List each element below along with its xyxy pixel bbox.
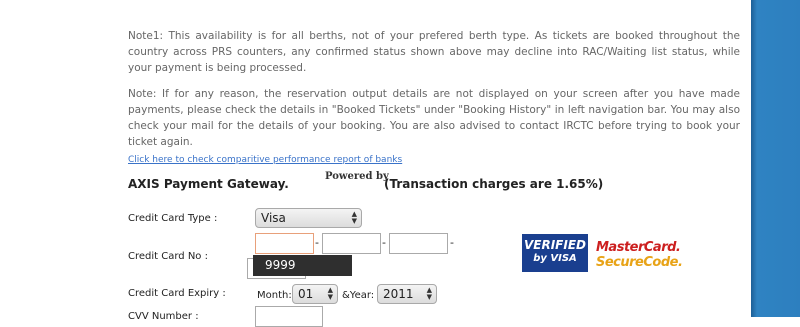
- select-arrows-icon: ▲ ▼: [426, 286, 432, 301]
- mastercard-line2: SecureCode.: [596, 255, 683, 270]
- reservation-note: Note: If for any reason, the reservation…: [128, 88, 740, 148]
- card-number-field-3[interactable]: [389, 233, 448, 254]
- card-number-dash: -: [450, 236, 454, 249]
- month-label: Month:: [257, 290, 292, 301]
- vbv-line2: by VISA: [533, 253, 577, 264]
- card-type-value: Visa: [261, 211, 286, 225]
- card-number-field-2[interactable]: [322, 233, 381, 254]
- gateway-title: AXIS Payment Gateway.: [128, 177, 289, 191]
- left-margin: [0, 0, 58, 317]
- mastercard-line1: MasterCard.: [596, 240, 681, 255]
- year-label: &Year:: [342, 290, 375, 301]
- card-type-select[interactable]: Visa ▲ ▼: [255, 208, 362, 228]
- select-arrows-icon: ▲ ▼: [327, 286, 333, 301]
- select-arrows-icon: ▲ ▼: [351, 210, 357, 225]
- autocomplete-suggestion[interactable]: 9999: [253, 255, 352, 276]
- expiry-year-select[interactable]: 2011 ▲ ▼: [377, 284, 437, 304]
- mastercard-securecode-logo: MasterCard. SecureCode.: [596, 240, 683, 270]
- transaction-charges: (Transaction charges are 1.65%): [384, 177, 604, 191]
- card-number-label: Credit Card No :: [128, 251, 208, 262]
- right-side-panel: [751, 0, 800, 317]
- card-number-dash: -: [382, 236, 386, 249]
- card-number-dash: -: [315, 236, 319, 249]
- expiry-year-value: 2011: [383, 287, 414, 301]
- expiry-month-select[interactable]: 01 ▲ ▼: [292, 284, 338, 304]
- expiry-month-value: 01: [298, 287, 314, 301]
- card-expiry-label: Credit Card Expiry :: [128, 288, 226, 299]
- verified-by-visa-logo: VERIFIED by VISA: [522, 234, 588, 272]
- performance-report-link[interactable]: Click here to check comparitive performa…: [128, 155, 402, 165]
- card-type-label: Credit Card Type :: [128, 213, 218, 224]
- vbv-line1: VERIFIED: [523, 238, 586, 252]
- card-number-field-1[interactable]: [255, 233, 314, 254]
- availability-note: Note1: This availability is for all bert…: [128, 30, 740, 74]
- powered-by-label: Powered by: [325, 171, 389, 182]
